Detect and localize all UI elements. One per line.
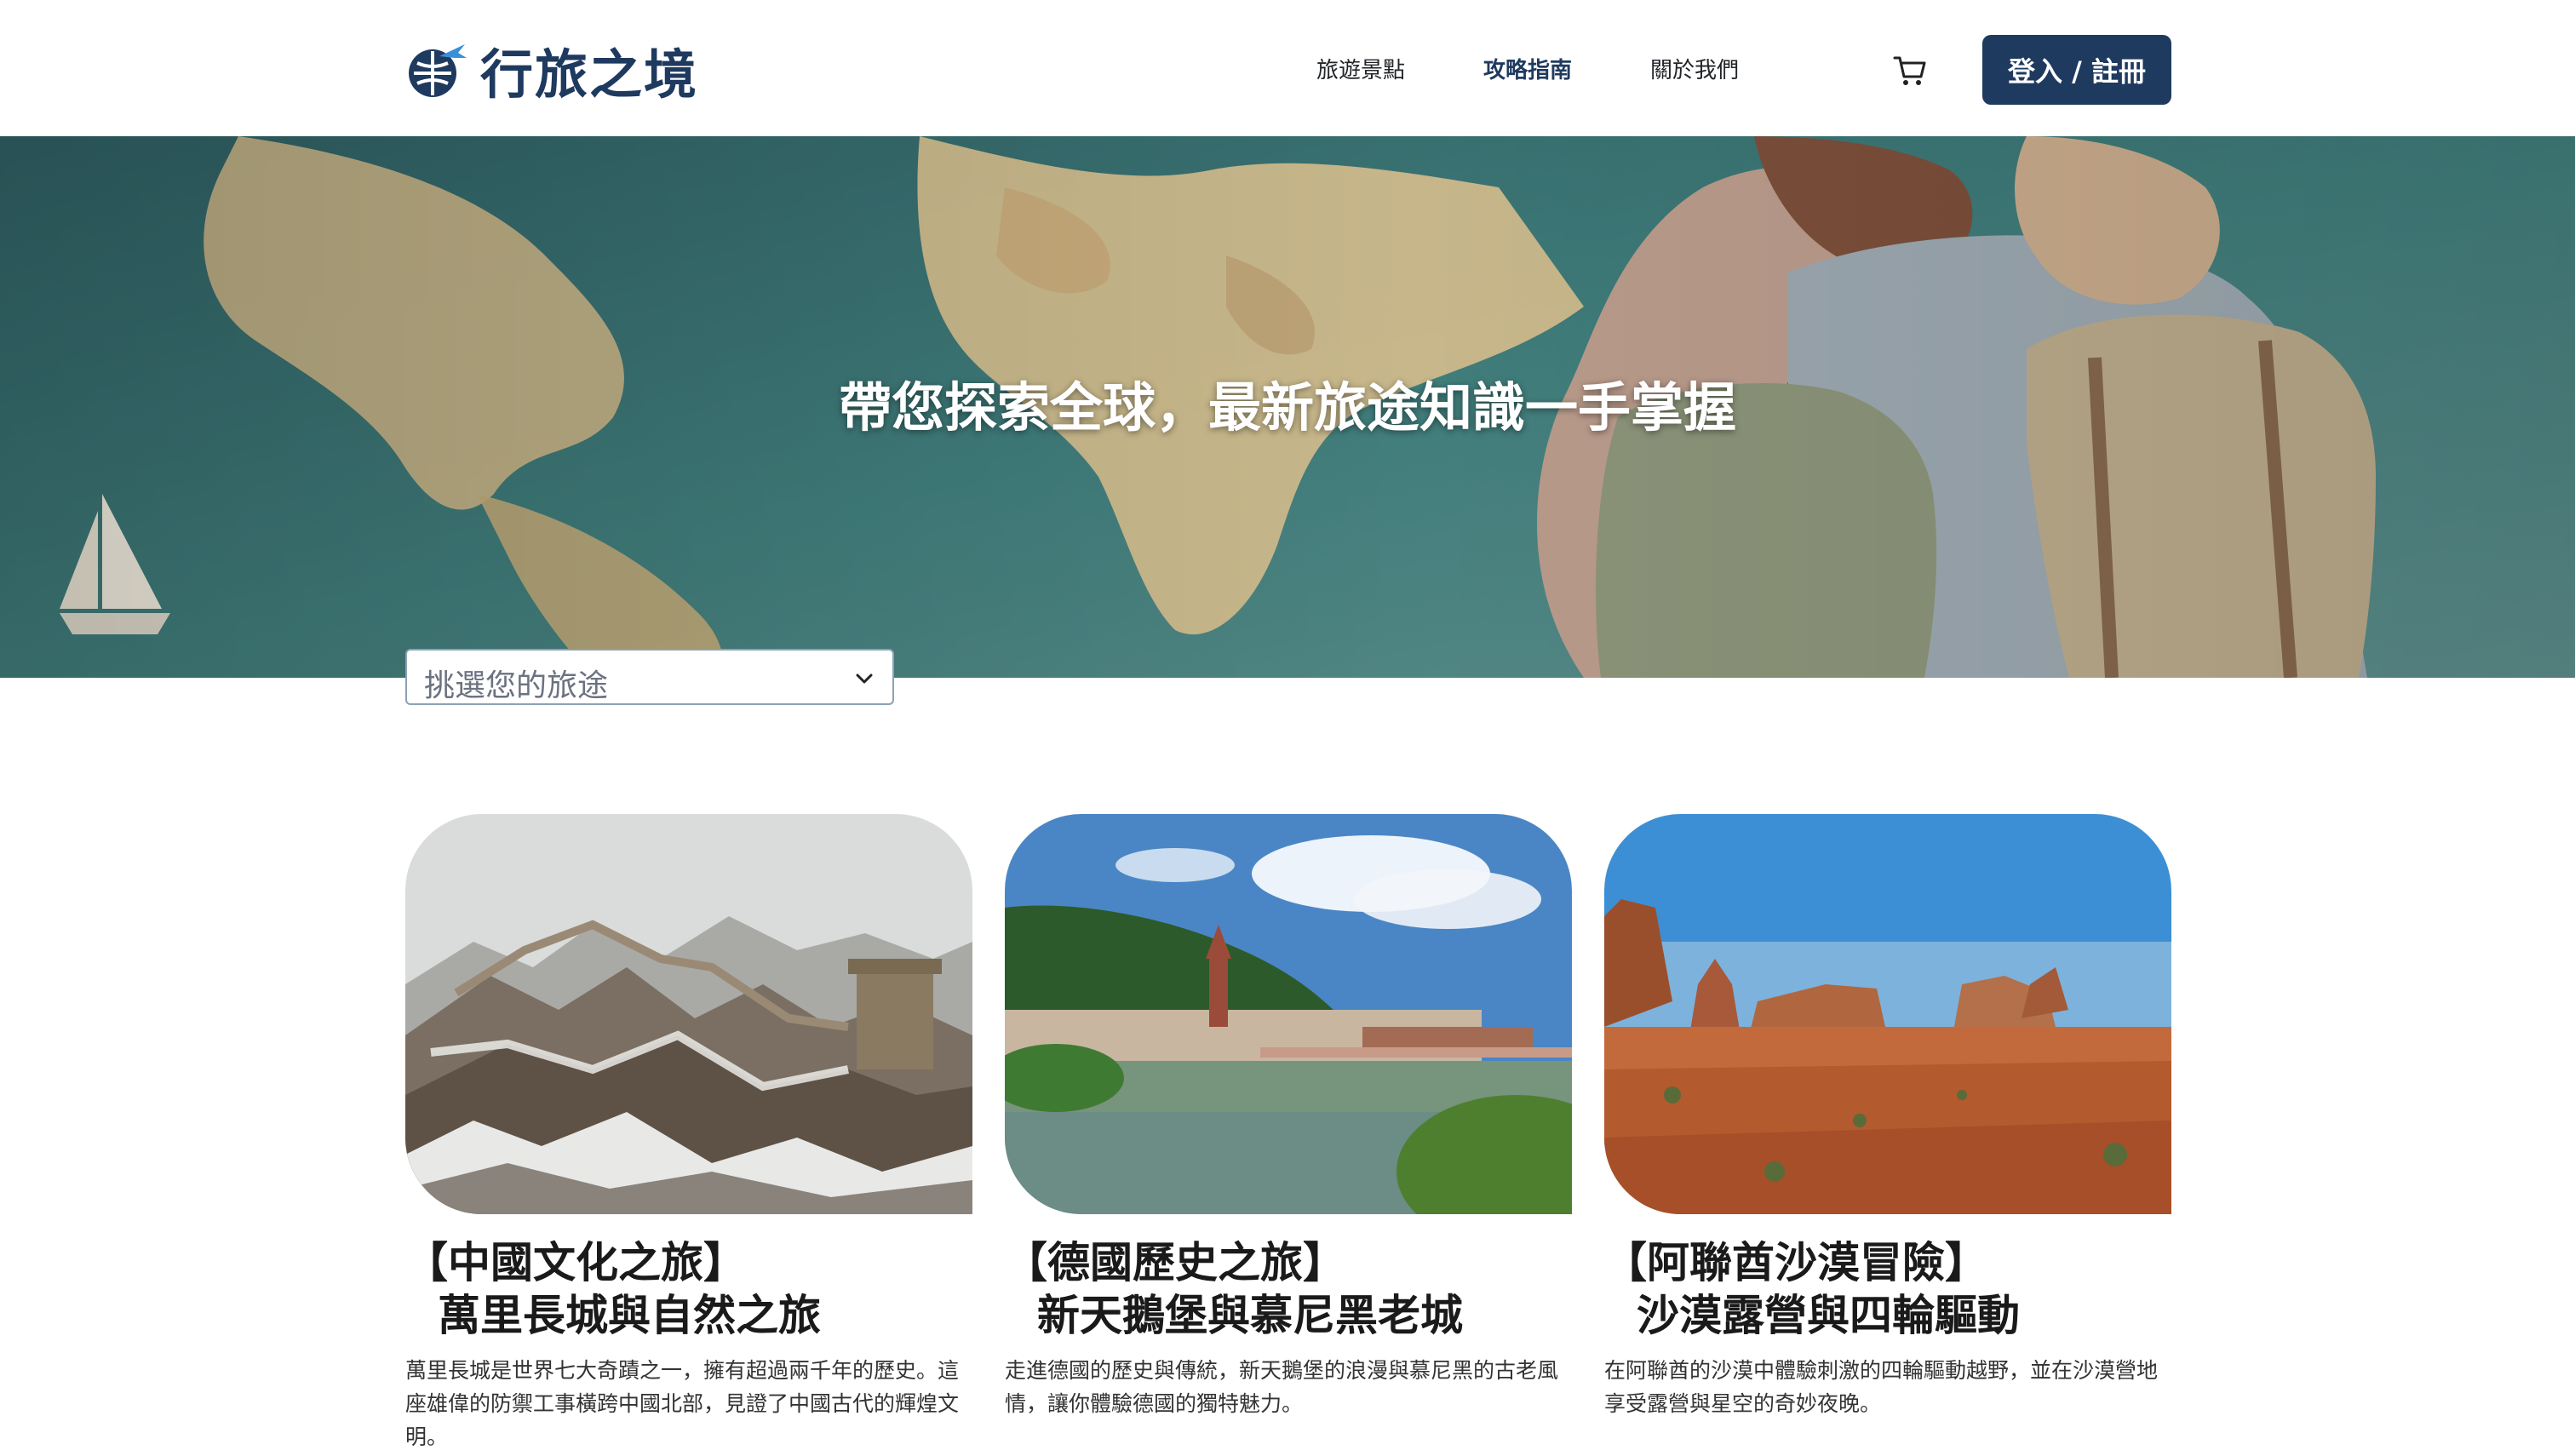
hero-banner: 帶您探索全球，最新旅途知識一手掌握 [0,136,2575,678]
main-nav: 旅遊景點 攻略指南 關於我們 [1316,53,1817,84]
card-title-sub: 萬里長城與自然之旅 [438,1290,821,1340]
card-description: 萬里長城是世界七大奇蹟之一，擁有超過兩千年的歷史。這座雄偉的防禦工事橫跨中國北部… [405,1358,960,1449]
tour-card-china: 【中國文化之旅】 萬里長城與自然之旅 萬里長城是世界七大奇蹟之一，擁有超過兩千年… [405,814,972,1453]
trip-select[interactable]: 挑選您的旅途 [405,649,894,705]
tour-card-uae: 【阿聯酋沙漠冒險】 沙漠露營與四輪驅動 在阿聯酋的沙漠中體驗刺激的四輪驅動越野，… [1604,814,2171,1420]
globe-plane-icon [409,44,467,97]
card-title-main: 【中國文化之旅】 [405,1237,746,1287]
cart-icon[interactable] [1892,53,1928,89]
nav-item-about[interactable]: 關於我們 [1650,53,1739,84]
top-navbar: 行旅之境 旅遊景點 攻略指南 關於我們 登入 / 註冊 [0,0,2575,136]
card-title[interactable]: 【中國文化之旅】 萬里長城與自然之旅 [405,1236,972,1342]
nav-item-attractions[interactable]: 旅遊景點 [1316,53,1405,84]
tour-card-germany: 【德國歷史之旅】 新天鵝堡與慕尼黑老城 走進德國的歷史與傳統，新天鵝堡的浪漫與慕… [1005,814,1572,1420]
card-image-heidelberg[interactable] [1005,814,1572,1214]
card-description: 走進德國的歷史與傳統，新天鵝堡的浪漫與慕尼黑的古老風情，讓你體驗德國的獨特魅力。 [1005,1358,1559,1416]
card-image-desert[interactable] [1604,814,2171,1214]
login-register-button[interactable]: 登入 / 註冊 [1982,35,2171,105]
card-image-great-wall[interactable] [405,814,972,1214]
card-title-main: 【阿聯酋沙漠冒險】 [1604,1237,1987,1287]
chevron-down-icon [856,674,873,684]
nav-item-guides[interactable]: 攻略指南 [1483,53,1572,84]
hero-title: 帶您探索全球，最新旅途知識一手掌握 [838,376,1736,439]
brand-name: 行旅之境 [480,43,699,106]
brand-logo[interactable]: 行旅之境 [405,37,698,106]
trip-select-value: 挑選您的旅途 [424,668,609,703]
card-title[interactable]: 【阿聯酋沙漠冒險】 沙漠露營與四輪驅動 [1604,1236,2171,1342]
card-title-sub: 新天鵝堡與慕尼黑老城 [1037,1290,1463,1340]
card-title[interactable]: 【德國歷史之旅】 新天鵝堡與慕尼黑老城 [1005,1236,1572,1342]
card-title-main: 【德國歷史之旅】 [1005,1237,1345,1287]
card-description: 在阿聯酋的沙漠中體驗刺激的四輪驅動越野，並在沙漠營地享受露營與星空的奇妙夜晚。 [1604,1358,2159,1416]
card-title-sub: 沙漠露營與四輪驅動 [1637,1290,2020,1340]
